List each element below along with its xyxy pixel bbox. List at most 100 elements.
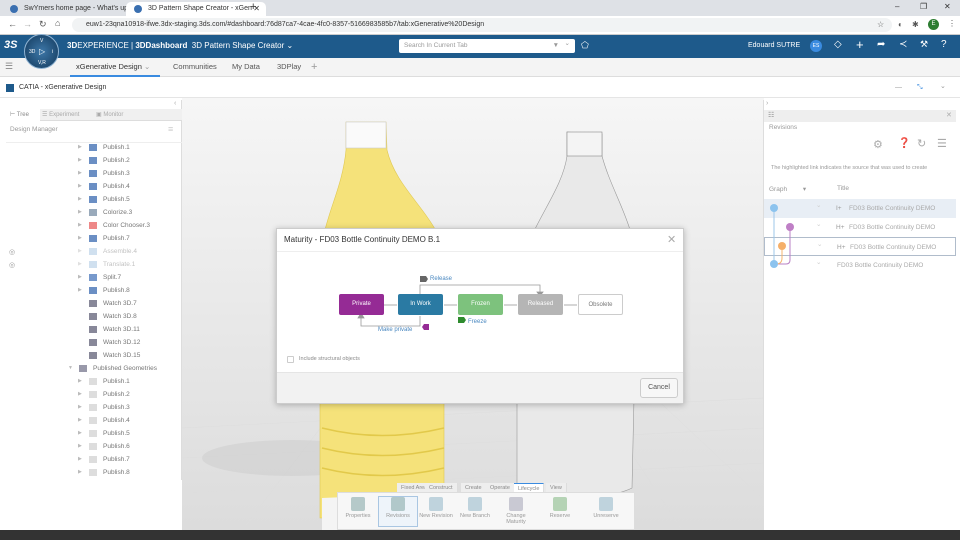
dashboard-name[interactable]: 3D Pattern Shape Creator: [192, 41, 285, 50]
transition-freeze[interactable]: Freeze: [468, 319, 487, 325]
expand-arrow-icon[interactable]: ▶: [78, 440, 82, 453]
expand-arrow-icon[interactable]: ▶: [78, 271, 82, 284]
ribbon-button-revisions[interactable]: Revisions: [378, 496, 418, 527]
tab-experiment[interactable]: ☰ Experiment: [42, 109, 79, 121]
hamburger-menu-icon[interactable]: ≡: [168, 124, 173, 134]
3ds-logo[interactable]: 3S: [4, 39, 17, 51]
ribbon-button-new-revision[interactable]: New Revision: [416, 497, 456, 519]
chevron-down-icon[interactable]: ⌄: [287, 41, 294, 50]
help-icon[interactable]: ❓: [898, 138, 910, 149]
chevron-down-icon[interactable]: ⌄: [816, 196, 821, 215]
transition-release[interactable]: Release: [430, 276, 452, 282]
tab-xgenerative-design[interactable]: xGenerative Design ⌄: [70, 58, 160, 77]
tag-icon[interactable]: ⬠: [581, 40, 589, 51]
expand-arrow-icon[interactable]: ▶: [78, 258, 82, 271]
tab-3dplay[interactable]: 3DPlay: [277, 58, 301, 77]
user-avatar[interactable]: ES: [810, 40, 822, 52]
notifications-icon[interactable]: ◇: [834, 39, 842, 50]
chevron-down-icon[interactable]: ⌄: [817, 235, 822, 254]
share-icon[interactable]: ➦: [877, 39, 885, 50]
revisions-tab-icon[interactable]: ☷: [768, 111, 774, 119]
ribbon-button-new-branch[interactable]: New Branch: [455, 497, 495, 519]
new-tab-button[interactable]: +: [250, 1, 256, 13]
list-icon[interactable]: ☰: [937, 137, 947, 150]
side-menu-icon[interactable]: ☰: [5, 61, 13, 72]
profile-avatar[interactable]: E: [928, 19, 939, 30]
play-icon: ▷: [39, 47, 46, 56]
collapse-panel-icon[interactable]: ‹: [174, 100, 176, 107]
state-private[interactable]: Private: [339, 294, 384, 315]
expand-arrow-icon[interactable]: ▶: [78, 219, 82, 232]
state-obsolete[interactable]: Obsolete: [578, 294, 623, 315]
hidden-eye-icon[interactable]: ◎: [9, 248, 15, 256]
column-graph[interactable]: Graph ▾: [769, 185, 806, 193]
bookmark-star-icon[interactable]: ☆: [877, 20, 884, 29]
expand-arrow-icon[interactable]: ▶: [78, 284, 82, 297]
close-panel-icon[interactable]: ✕: [946, 111, 952, 119]
hidden-eye-icon[interactable]: ◎: [9, 261, 15, 269]
collapse-icon[interactable]: ⤡: [917, 78, 923, 98]
minimize-window-button[interactable]: –: [895, 2, 899, 11]
browser-tab[interactable]: SwYmers home page - What's up✕: [2, 2, 142, 16]
expand-arrow-icon[interactable]: ▶: [78, 154, 82, 167]
state-released[interactable]: Released: [518, 294, 563, 315]
expand-panel-icon[interactable]: ›: [766, 100, 768, 107]
ribbon-button-properties[interactable]: Properties: [338, 497, 378, 519]
user-name[interactable]: Edouard SUTRE: [748, 42, 800, 49]
expand-arrow-icon[interactable]: ▶: [78, 414, 82, 427]
expand-arrow-icon[interactable]: ▶: [78, 375, 82, 388]
settings-gear-icon[interactable]: ⚙: [873, 138, 883, 151]
minimize-widget-icon[interactable]: —: [895, 78, 902, 98]
transition-make-private[interactable]: Make private: [378, 327, 412, 333]
expand-arrow-icon[interactable]: ▶: [78, 388, 82, 401]
expand-arrow-icon[interactable]: ▶: [78, 167, 82, 180]
restore-window-button[interactable]: ❐: [920, 2, 927, 11]
state-frozen[interactable]: Frozen: [458, 294, 503, 315]
refresh-icon[interactable]: ↻: [917, 137, 926, 150]
reload-icon[interactable]: ↻: [39, 19, 47, 30]
home-icon[interactable]: ⌂: [55, 18, 60, 28]
close-window-button[interactable]: ✕: [944, 2, 951, 11]
ribbon-button-reserve[interactable]: Reserve: [540, 497, 580, 519]
chevron-down-icon[interactable]: ⌄: [940, 77, 946, 97]
expand-arrow-icon[interactable]: ▶: [78, 232, 82, 245]
add-tab-button[interactable]: +: [311, 58, 317, 77]
back-icon[interactable]: ←: [8, 19, 17, 29]
network-icon[interactable]: ≺: [899, 39, 907, 50]
tab-my-data[interactable]: My Data: [232, 58, 260, 77]
filter-icon[interactable]: ▼: [553, 39, 559, 53]
forward-icon[interactable]: →: [23, 19, 32, 29]
expand-arrow-icon[interactable]: ▶: [78, 401, 82, 414]
expand-arrow-icon[interactable]: ▶: [78, 193, 82, 206]
tab-tree[interactable]: ⊢ Tree: [6, 109, 40, 121]
expand-arrow-icon[interactable]: ▶: [78, 427, 82, 440]
tab-monitor[interactable]: ▣ Monitor: [96, 109, 123, 121]
expand-arrow-icon[interactable]: ▶: [78, 180, 82, 193]
state-in-work[interactable]: In Work: [398, 294, 443, 315]
ribbon-button-unreserve[interactable]: Unreserve: [586, 497, 626, 519]
cancel-button[interactable]: Cancel: [640, 378, 678, 398]
chevron-down-icon[interactable]: ⌄: [816, 253, 821, 272]
add-icon[interactable]: +: [856, 37, 864, 52]
expand-arrow-icon[interactable]: ▶: [78, 466, 82, 479]
ribbon-button-change-maturity[interactable]: Change Maturity: [496, 497, 536, 525]
expand-arrow-icon[interactable]: ▶: [78, 453, 82, 466]
browser-tab-active[interactable]: 3D Pattern Shape Creator - xGen ✕: [126, 2, 266, 16]
expand-arrow-icon[interactable]: ▶: [78, 206, 82, 219]
chevron-down-icon[interactable]: ⌄: [816, 215, 821, 234]
include-structural-checkbox[interactable]: [287, 356, 294, 363]
compass-button[interactable]: V 3D ▷ i V,R: [24, 34, 59, 69]
menu-dots-icon[interactable]: ⋮: [948, 19, 956, 28]
expand-arrow-icon[interactable]: ▶: [78, 141, 82, 154]
tab-communities[interactable]: Communities: [173, 58, 217, 77]
help-icon[interactable]: ?: [941, 39, 947, 50]
column-title[interactable]: Title: [837, 185, 849, 192]
url-field[interactable]: euw1-23qna10918-ifwe.3dx-staging.3ds.com…: [72, 18, 892, 32]
search-input[interactable]: Search In Current Tab ▼ ⌄: [399, 39, 575, 53]
puzzle-icon[interactable]: ✱: [912, 20, 919, 29]
chevron-down-icon[interactable]: ⌄: [565, 37, 570, 51]
expanded-arrow-icon[interactable]: ▼: [68, 362, 73, 375]
tools-icon[interactable]: ⚒: [920, 39, 928, 50]
expand-arrow-icon[interactable]: ▶: [78, 245, 82, 258]
extension-icon[interactable]: ◐: [898, 20, 903, 29]
